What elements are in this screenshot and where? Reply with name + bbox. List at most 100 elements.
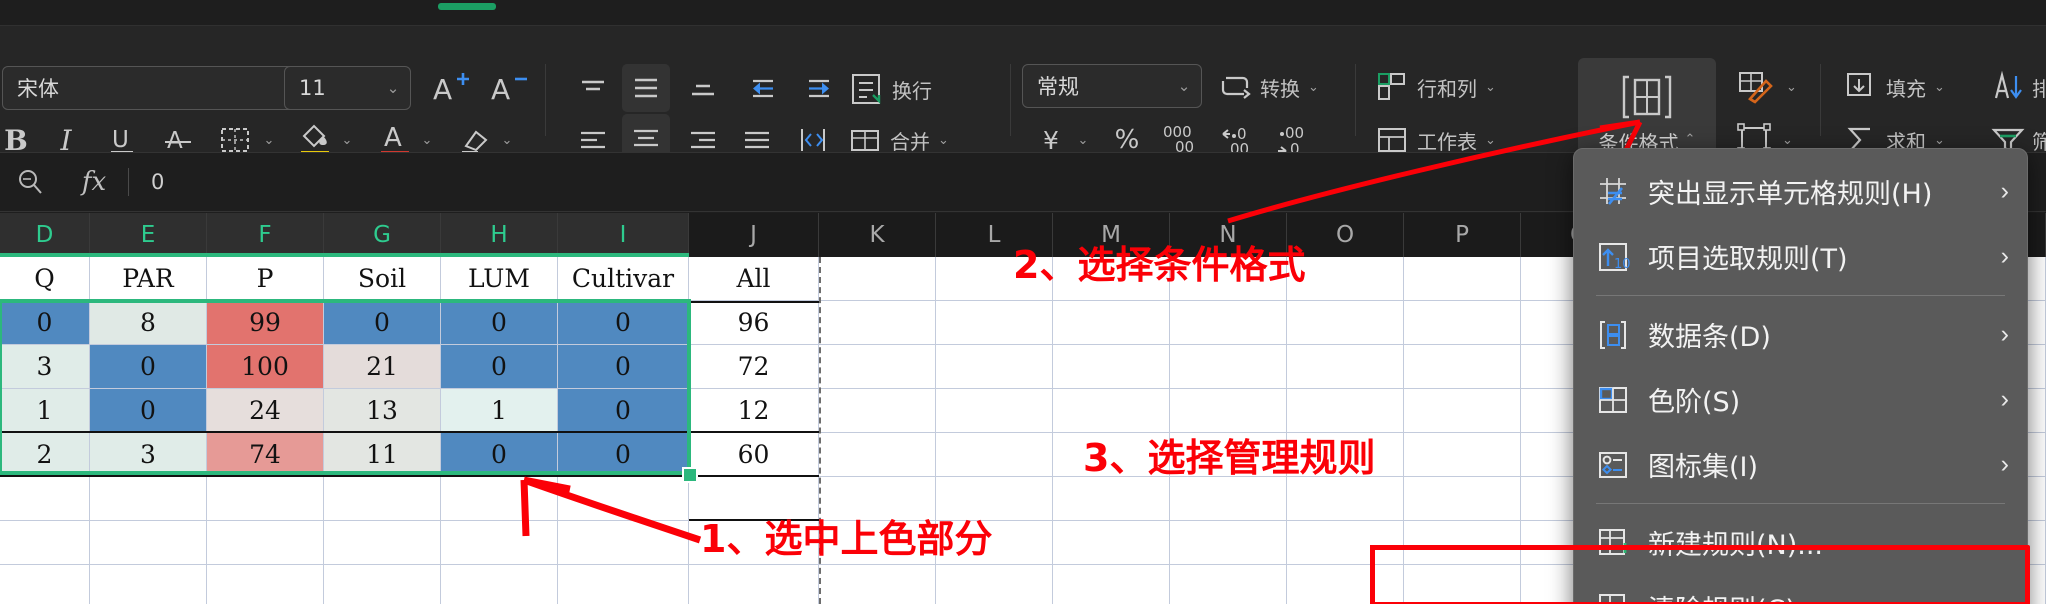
grid-cell-empty[interactable] <box>819 257 936 301</box>
grid-cell-empty[interactable] <box>0 477 90 521</box>
grid-cell-empty[interactable] <box>1170 565 1287 604</box>
grid-cell-empty[interactable] <box>936 345 1053 389</box>
grid-cell-empty[interactable] <box>558 521 689 565</box>
table-data-cell[interactable]: 0 <box>558 433 689 477</box>
border-style-chevron-icon[interactable]: ⌄ <box>1782 132 1793 148</box>
table-data-cell[interactable]: 3 <box>0 345 90 389</box>
grid-cell-empty[interactable] <box>90 477 207 521</box>
grid-cell-empty[interactable] <box>441 521 558 565</box>
table-data-cell[interactable]: 100 <box>207 345 324 389</box>
table-data-cell[interactable]: 0 <box>441 433 558 477</box>
table-data-cell[interactable]: 0 <box>441 345 558 389</box>
table-header-cell[interactable]: All <box>689 257 819 301</box>
cell-style-button[interactable]: ⌄ <box>1736 66 1797 108</box>
grid-cell-empty[interactable] <box>1053 301 1170 345</box>
sort-button[interactable]: 排 <box>1990 66 2046 108</box>
table-data-cell[interactable]: 0 <box>558 389 689 433</box>
grid-cell-empty[interactable] <box>90 565 207 604</box>
grid-cell-empty[interactable] <box>819 565 936 604</box>
align-middle-button[interactable] <box>622 64 670 112</box>
table-data-cell[interactable]: 74 <box>207 433 324 477</box>
font-name-combo[interactable]: 宋体 ⌄ <box>2 66 314 110</box>
grid-cell-empty[interactable] <box>819 433 936 477</box>
grid-cell-empty[interactable] <box>1053 345 1170 389</box>
grid-cell-empty[interactable] <box>1053 477 1170 521</box>
grid-cell-empty[interactable] <box>1287 477 1404 521</box>
search-icon[interactable] <box>0 167 60 197</box>
grid-cell-empty[interactable] <box>819 345 936 389</box>
grid-cell-empty[interactable] <box>1404 257 1521 301</box>
table-data-cell[interactable]: 12 <box>689 389 819 433</box>
table-data-cell[interactable]: 0 <box>558 301 689 345</box>
table-header-cell[interactable]: PAR <box>90 257 207 301</box>
grid-cell-empty[interactable] <box>936 565 1053 604</box>
align-top-button[interactable] <box>570 68 616 110</box>
table-data-cell[interactable]: 1 <box>0 389 90 433</box>
grid-cell-empty[interactable] <box>819 389 936 433</box>
grid-cell-empty[interactable] <box>1404 301 1521 345</box>
column-header-k[interactable]: K <box>819 213 936 257</box>
grid-cell-empty[interactable] <box>1287 345 1404 389</box>
grid-cell-empty[interactable] <box>324 477 441 521</box>
grid-cell-empty[interactable] <box>1287 301 1404 345</box>
grid-cell-empty[interactable] <box>207 521 324 565</box>
grid-cell-empty[interactable] <box>0 521 90 565</box>
table-data-cell[interactable]: 60 <box>689 433 819 477</box>
table-header-cell[interactable]: Soil <box>324 257 441 301</box>
column-header-h[interactable]: H <box>441 213 558 257</box>
grid-cell-empty[interactable] <box>1170 477 1287 521</box>
table-data-cell[interactable]: 24 <box>207 389 324 433</box>
menu-item-data-bars[interactable]: 数据条(D) › <box>1574 302 2027 367</box>
grid-cell-empty[interactable] <box>1170 521 1287 565</box>
menu-item-color-scales[interactable]: 色阶(S) › <box>1574 367 2027 432</box>
table-header-cell[interactable]: LUM <box>441 257 558 301</box>
table-data-cell[interactable]: 0 <box>90 345 207 389</box>
rows-cols-chevron-icon[interactable]: ⌄ <box>1485 79 1496 95</box>
align-bottom-button[interactable] <box>680 68 726 110</box>
grid-cell-empty[interactable] <box>1404 477 1521 521</box>
column-header-f[interactable]: F <box>207 213 324 257</box>
number-format-combo[interactable]: 常规 ⌄ <box>1022 64 1202 108</box>
convert-chevron-icon[interactable]: ⌄ <box>1308 79 1319 95</box>
grid-cell-empty[interactable] <box>1053 521 1170 565</box>
grid-cell-empty[interactable] <box>1170 301 1287 345</box>
grid-cell-empty[interactable] <box>441 477 558 521</box>
grid-cell-empty[interactable] <box>819 301 936 345</box>
wrap-text-button[interactable]: 换行 <box>848 68 932 110</box>
menu-item-icon-sets[interactable]: 图标集(I) › <box>1574 432 2027 497</box>
grid-cell-empty[interactable] <box>1170 345 1287 389</box>
rows-cols-button[interactable]: 行和列 ⌄ <box>1375 66 1496 108</box>
grid-cell-empty[interactable] <box>90 521 207 565</box>
column-header-e[interactable]: E <box>90 213 207 257</box>
table-header-cell[interactable]: Q <box>0 257 90 301</box>
grid-cell-empty[interactable] <box>936 301 1053 345</box>
fill-chevron-icon[interactable]: ⌄ <box>1934 79 1945 95</box>
grid-cell-empty[interactable] <box>324 521 441 565</box>
worksheet-chevron-icon[interactable]: ⌄ <box>1485 132 1496 148</box>
table-data-cell[interactable]: 13 <box>324 389 441 433</box>
grid-cell-empty[interactable] <box>324 565 441 604</box>
decrease-indent-button[interactable] <box>734 68 780 110</box>
menu-item-top-bottom-rules[interactable]: 10 项目选取规则(T) › <box>1574 224 2027 289</box>
grid-cell-empty[interactable] <box>207 477 324 521</box>
fx-label[interactable]: fx <box>60 167 128 197</box>
grid-cell-empty[interactable] <box>0 565 90 604</box>
table-data-cell[interactable]: 3 <box>90 433 207 477</box>
table-data-cell[interactable]: 8 <box>90 301 207 345</box>
grid-cell-empty[interactable] <box>689 565 819 604</box>
convert-button[interactable]: 转换 ⌄ <box>1218 66 1319 108</box>
sum-chevron-icon[interactable]: ⌄ <box>1934 132 1945 148</box>
grid-cell-empty[interactable] <box>936 389 1053 433</box>
table-data-cell[interactable]: 99 <box>207 301 324 345</box>
table-data-cell[interactable]: 0 <box>90 389 207 433</box>
font-size-combo[interactable]: 11 ⌄ <box>284 66 411 110</box>
column-header-g[interactable]: G <box>324 213 441 257</box>
merge-chevron-icon[interactable]: ⌄ <box>938 132 949 148</box>
selection-fill-handle[interactable] <box>682 467 698 483</box>
table-data-cell[interactable]: 0 <box>0 301 90 345</box>
column-header-d[interactable]: D <box>0 213 90 257</box>
table-data-cell[interactable]: 1 <box>441 389 558 433</box>
cell-style-chevron-icon[interactable]: ⌄ <box>1786 79 1797 95</box>
table-data-cell[interactable]: 11 <box>324 433 441 477</box>
table-data-cell[interactable]: 0 <box>324 301 441 345</box>
